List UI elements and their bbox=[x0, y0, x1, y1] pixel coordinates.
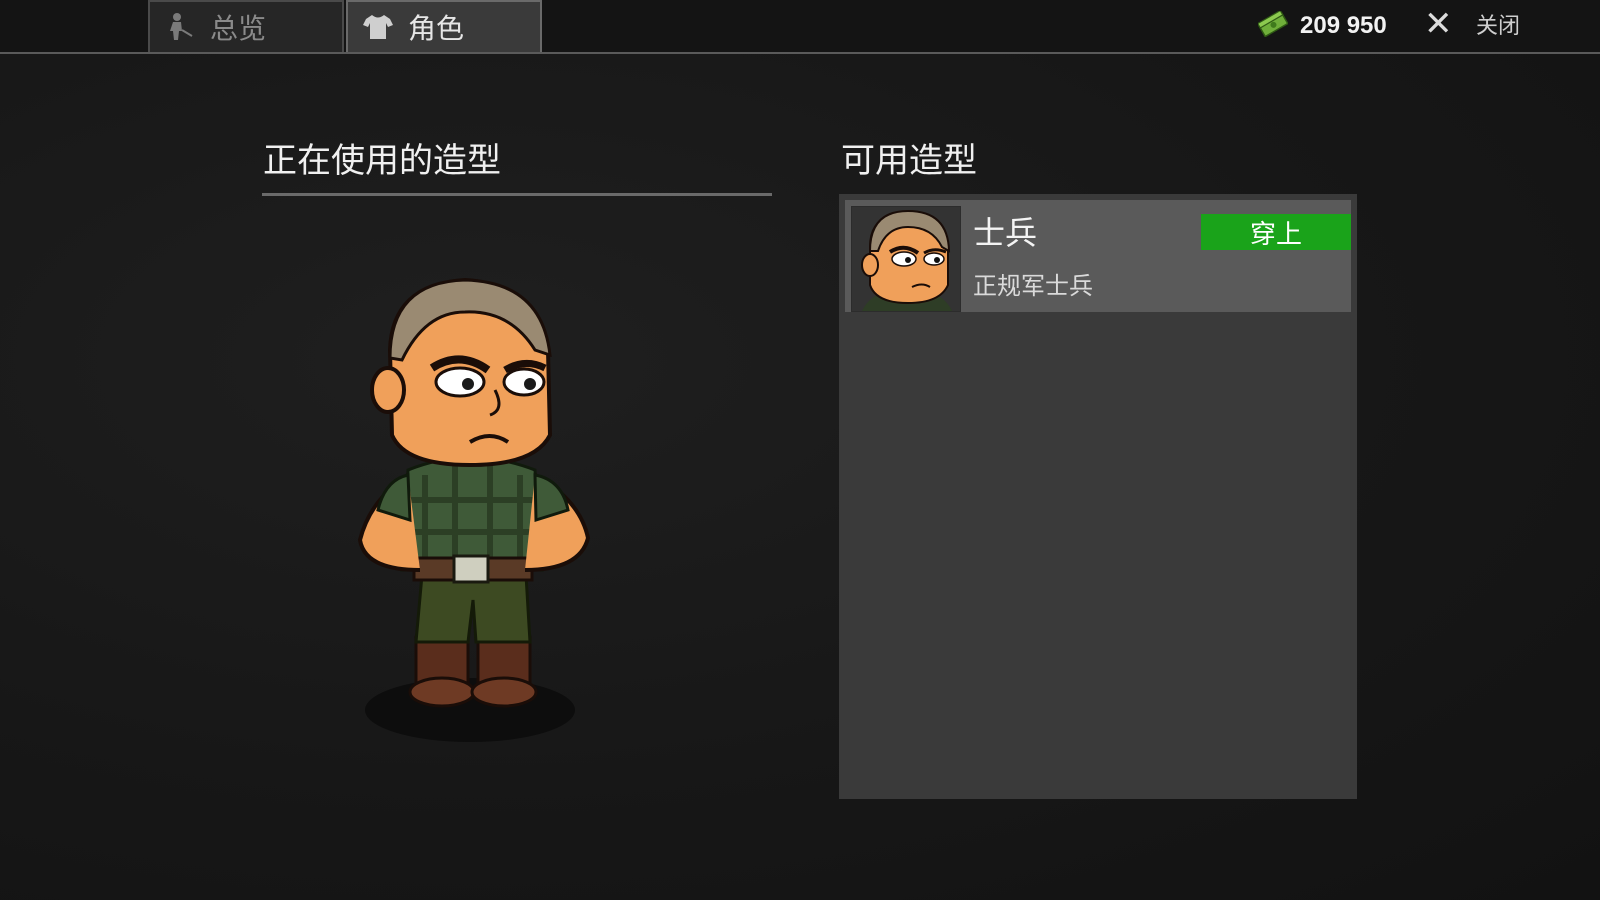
tab-overview-label: 总览 bbox=[210, 12, 267, 45]
close-button[interactable]: 关闭 bbox=[1476, 8, 1520, 40]
available-skins-title: 可用造型 bbox=[841, 141, 977, 181]
money-display: 209 950 bbox=[1256, 8, 1387, 44]
skin-name: 士兵 bbox=[973, 214, 1038, 252]
tab-character[interactable]: 角色 bbox=[346, 0, 542, 52]
title-divider bbox=[262, 193, 772, 196]
character-preview bbox=[330, 270, 630, 760]
tab-overview[interactable]: 总览 bbox=[148, 0, 344, 52]
close-icon[interactable]: ✕ bbox=[1424, 6, 1453, 42]
skin-card-soldier[interactable]: 士兵 正规军士兵 穿上 bbox=[845, 200, 1351, 312]
wear-button[interactable]: 穿上 bbox=[1201, 214, 1351, 250]
money-amount: 209 950 bbox=[1300, 12, 1387, 39]
skin-description: 正规军士兵 bbox=[973, 272, 1093, 300]
person-icon bbox=[150, 12, 210, 42]
shirt-icon bbox=[348, 13, 408, 41]
soldier-portrait bbox=[851, 206, 961, 312]
top-bar: 总览 角色 209 950 ✕ 关闭 bbox=[0, 0, 1600, 54]
cash-icon bbox=[1256, 9, 1289, 41]
available-skins-panel: 士兵 正规军士兵 穿上 bbox=[839, 194, 1357, 799]
current-skin-title: 正在使用的造型 bbox=[263, 141, 501, 181]
tab-character-label: 角色 bbox=[408, 12, 465, 45]
